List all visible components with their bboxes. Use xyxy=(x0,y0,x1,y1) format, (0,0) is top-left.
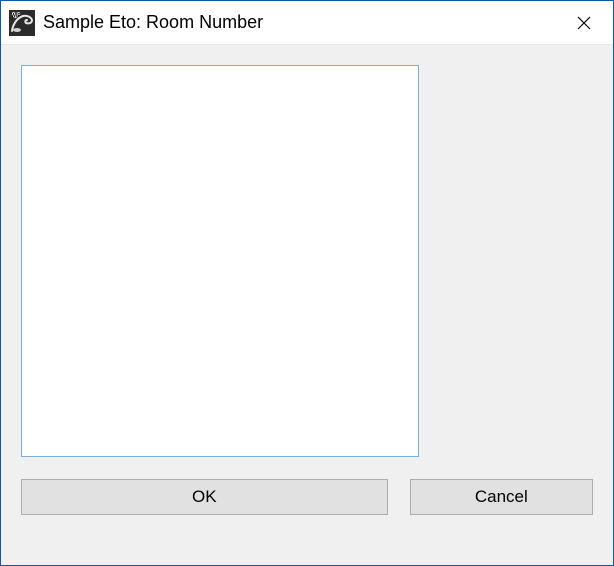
dialog-window: WIP Sample Eto: Room Number OK Cancel xyxy=(0,0,614,566)
textarea-container xyxy=(21,65,419,457)
cancel-button[interactable]: Cancel xyxy=(410,479,593,515)
svg-text:WIP: WIP xyxy=(11,13,21,19)
ok-button[interactable]: OK xyxy=(21,479,388,515)
button-row: OK Cancel xyxy=(21,479,593,515)
close-icon xyxy=(577,16,591,30)
titlebar: WIP Sample Eto: Room Number xyxy=(1,1,613,45)
app-icon: WIP xyxy=(9,10,35,36)
client-area: OK Cancel xyxy=(1,45,613,565)
close-button[interactable] xyxy=(555,1,613,45)
window-title: Sample Eto: Room Number xyxy=(43,12,555,33)
room-number-input[interactable] xyxy=(21,65,419,457)
